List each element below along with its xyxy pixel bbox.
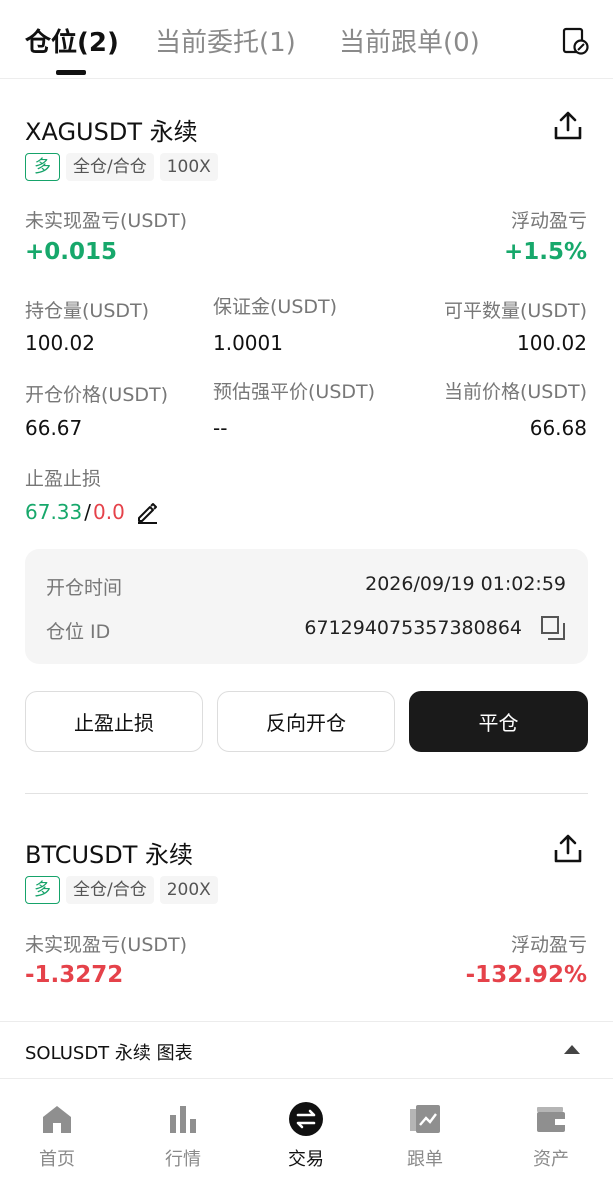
nav-label: 交易: [288, 1149, 324, 1170]
nav-home[interactable]: 首页: [0, 1088, 118, 1171]
bottom-nav: 首页 行情 交易 跟单 资产: [0, 1088, 613, 1200]
nav-assets[interactable]: 资产: [490, 1088, 612, 1171]
share-icon[interactable]: [552, 833, 584, 865]
position-tags: 多 全仓/合仓 200X: [25, 876, 218, 904]
nav-label: 跟单: [407, 1149, 443, 1170]
unrealized-pnl-value: -1.3272: [25, 962, 124, 988]
nav-label: 资产: [533, 1149, 569, 1170]
position-card-btcusdt: BTCUSDT 永续 多 全仓/合仓 200X 未实现盈亏(USDT) 浮动盈亏…: [0, 0, 613, 1000]
trade-swap-icon: [289, 1102, 323, 1136]
mini-chart-bar[interactable]: SOLUSDT 永续 图表: [0, 1021, 613, 1079]
leverage-badge: 200X: [159, 876, 218, 904]
wallet-icon: [537, 1107, 565, 1132]
floating-pnl-value: -132.92%: [465, 962, 587, 988]
home-icon: [43, 1106, 71, 1133]
mini-chart-label: SOLUSDT 永续 图表: [25, 1043, 193, 1064]
side-badge: 多: [25, 876, 60, 904]
nav-label: 行情: [165, 1149, 201, 1170]
margin-mode-badge: 全仓/合仓: [66, 876, 154, 904]
nav-market[interactable]: 行情: [122, 1088, 244, 1171]
nav-trade[interactable]: 交易: [245, 1088, 367, 1171]
unrealized-pnl-label: 未实现盈亏(USDT): [25, 934, 188, 956]
nav-label: 首页: [39, 1149, 75, 1170]
position-symbol[interactable]: BTCUSDT 永续: [25, 835, 193, 870]
chevron-up-icon[interactable]: [562, 1041, 582, 1057]
nav-copy-trade[interactable]: 跟单: [364, 1088, 486, 1171]
copy-trade-icon: [410, 1105, 440, 1133]
market-chart-icon: [170, 1106, 196, 1133]
floating-pnl-label: 浮动盈亏: [510, 934, 587, 956]
